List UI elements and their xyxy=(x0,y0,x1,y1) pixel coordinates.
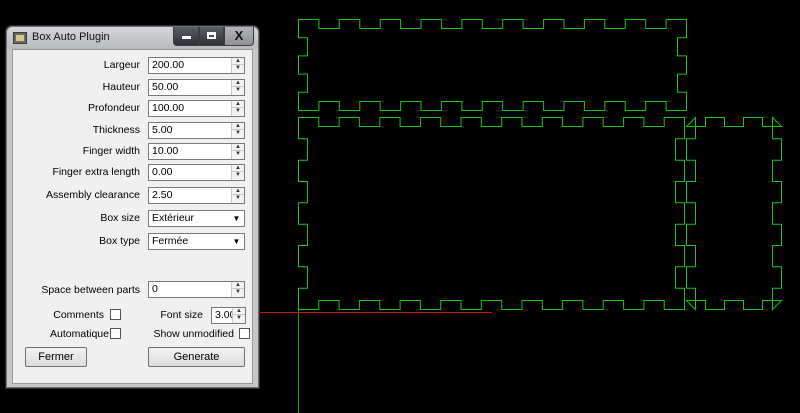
box-type-select[interactable]: Fermée ▼ xyxy=(148,233,245,250)
thickness-value: 5.00 xyxy=(152,124,173,136)
thickness-spinner[interactable]: ▲ ▼ xyxy=(231,123,244,138)
spin-down-icon[interactable]: ▼ xyxy=(232,289,244,296)
show-unmodified-label: Show unmodified xyxy=(153,328,234,340)
comments-checkbox[interactable] xyxy=(110,309,121,320)
box-auto-plugin-window: Box Auto Plugin X Largeur 200.00 ▲ ▼ Haut… xyxy=(6,26,259,404)
hauteur-value: 50.00 xyxy=(152,81,179,93)
close-icon: X xyxy=(234,28,244,43)
spin-up-icon[interactable]: ▲ xyxy=(232,101,244,108)
generate-button[interactable]: Generate xyxy=(148,347,245,367)
thickness-input[interactable]: 5.00 ▲ ▼ xyxy=(148,122,245,139)
assembly-clearance-input[interactable]: 2.50 ▲ ▼ xyxy=(148,187,245,204)
app-icon xyxy=(13,32,27,44)
spin-up-icon[interactable]: ▲ xyxy=(232,80,244,87)
comments-label: Comments xyxy=(53,309,104,321)
box-part-front[interactable] xyxy=(298,117,685,310)
spin-down-icon[interactable]: ▼ xyxy=(232,130,244,137)
box-type-value: Fermée xyxy=(152,235,189,247)
spin-up-icon[interactable]: ▲ xyxy=(232,58,244,65)
font-size-label: Font size xyxy=(160,309,203,321)
spin-up-icon[interactable]: ▲ xyxy=(232,165,244,172)
title-bar[interactable]: Box Auto Plugin X xyxy=(7,27,258,49)
spin-up-icon[interactable]: ▲ xyxy=(232,144,244,151)
hauteur-input[interactable]: 50.00 ▲ ▼ xyxy=(148,79,245,96)
font-size-input[interactable]: 3.00 ▲ ▼ xyxy=(211,307,246,324)
automatique-label: Automatique xyxy=(50,328,109,340)
space-between-parts-input[interactable]: 0 ▲ ▼ xyxy=(148,281,245,298)
spin-down-icon[interactable]: ▼ xyxy=(232,65,244,72)
chevron-down-icon[interactable]: ▼ xyxy=(229,234,244,249)
space-between-parts-label: Space between parts xyxy=(41,284,140,296)
profondeur-label: Profondeur xyxy=(88,102,140,114)
finger-extra-length-spinner[interactable]: ▲ ▼ xyxy=(231,165,244,180)
profondeur-spinner[interactable]: ▲ ▼ xyxy=(231,101,244,116)
largeur-input[interactable]: 200.00 ▲ ▼ xyxy=(148,57,245,74)
minimize-button[interactable] xyxy=(173,27,199,46)
assembly-clearance-value: 2.50 xyxy=(152,189,173,201)
thickness-label: Thickness xyxy=(92,124,140,136)
space-between-parts-value: 0 xyxy=(152,283,158,295)
spin-down-icon[interactable]: ▼ xyxy=(233,315,245,322)
box-size-label: Box size xyxy=(100,212,140,224)
largeur-label: Largeur xyxy=(103,59,140,71)
automatique-checkbox[interactable] xyxy=(110,328,121,339)
font-size-spinner[interactable]: ▲ ▼ xyxy=(232,308,245,323)
space-between-parts-spinner[interactable]: ▲ ▼ xyxy=(231,282,244,297)
box-part-top[interactable] xyxy=(298,19,687,111)
spin-down-icon[interactable]: ▼ xyxy=(232,195,244,202)
profondeur-input[interactable]: 100.00 ▲ ▼ xyxy=(148,100,245,117)
spin-up-icon[interactable]: ▲ xyxy=(233,308,245,315)
spin-down-icon[interactable]: ▼ xyxy=(232,87,244,94)
hauteur-spinner[interactable]: ▲ ▼ xyxy=(231,80,244,95)
spin-down-icon[interactable]: ▼ xyxy=(232,108,244,115)
maximize-button[interactable] xyxy=(199,27,224,46)
spin-up-icon[interactable]: ▲ xyxy=(232,282,244,289)
finger-extra-length-label: Finger extra length xyxy=(52,166,140,178)
show-unmodified-checkbox[interactable] xyxy=(239,328,250,339)
assembly-clearance-label: Assembly clearance xyxy=(46,189,140,201)
maximize-icon xyxy=(207,32,216,39)
finger-width-value: 10.00 xyxy=(152,145,179,157)
minimize-icon xyxy=(181,36,191,39)
version-label: speedjf37 - V 1.0.0.8 xyxy=(27,394,111,404)
box-size-value: Extérieur xyxy=(152,212,195,224)
profondeur-value: 100.00 xyxy=(152,102,185,114)
largeur-spinner[interactable]: ▲ ▼ xyxy=(231,58,244,73)
box-part-side[interactable] xyxy=(685,116,783,311)
largeur-value: 200.00 xyxy=(152,59,185,71)
spin-down-icon[interactable]: ▼ xyxy=(232,151,244,158)
box-type-label: Box type xyxy=(99,235,140,247)
spin-up-icon[interactable]: ▲ xyxy=(232,188,244,195)
dialog-client-area: Largeur 200.00 ▲ ▼ Hauteur 50.00 ▲ ▼ Profo… xyxy=(12,49,253,404)
assembly-clearance-spinner[interactable]: ▲ ▼ xyxy=(231,188,244,203)
close-window-button[interactable]: X xyxy=(224,27,254,46)
spin-up-icon[interactable]: ▲ xyxy=(232,123,244,130)
window-title: Box Auto Plugin xyxy=(32,31,110,43)
fermer-button[interactable]: Fermer xyxy=(25,347,87,367)
hauteur-label: Hauteur xyxy=(102,81,140,93)
finger-extra-length-input[interactable]: 0.00 ▲ ▼ xyxy=(148,164,245,181)
finger-width-spinner[interactable]: ▲ ▼ xyxy=(231,144,244,159)
spin-down-icon[interactable]: ▼ xyxy=(232,172,244,179)
finger-width-input[interactable]: 10.00 ▲ ▼ xyxy=(148,143,245,160)
finger-extra-length-value: 0.00 xyxy=(152,166,173,178)
chevron-down-icon[interactable]: ▼ xyxy=(229,211,244,226)
box-size-select[interactable]: Extérieur ▼ xyxy=(148,210,245,227)
finger-width-label: Finger width xyxy=(82,145,140,157)
